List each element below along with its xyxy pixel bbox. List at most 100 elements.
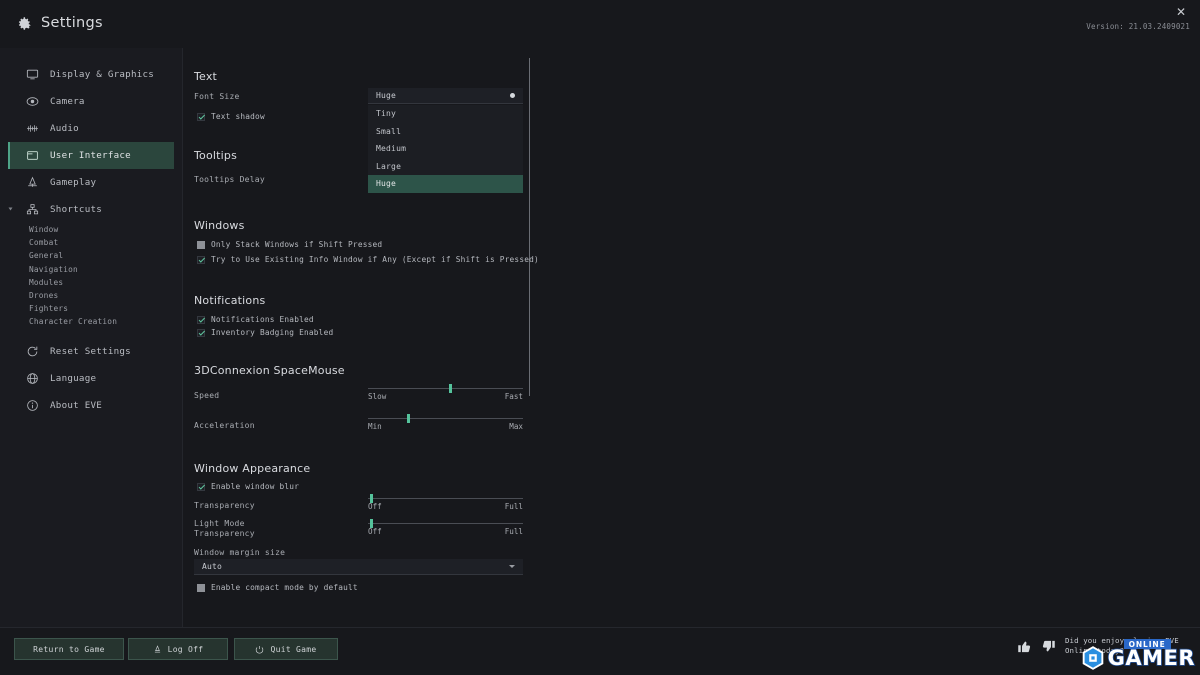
light-mode-transparency-label: Light Mode Transparency	[194, 519, 255, 539]
font-size-label: Font Size	[194, 92, 240, 101]
compact-mode-row[interactable]: Enable compact mode by default	[197, 583, 358, 592]
thumbs-down-icon[interactable]	[1041, 639, 1056, 654]
watermark-online-label: ONLINE	[1123, 639, 1171, 649]
online-gamer-watermark: ONLINE GAMER	[1080, 639, 1196, 671]
log-off-label: Log Off	[167, 644, 204, 654]
compact-mode-checkbox[interactable]	[197, 583, 205, 592]
body-area: Display & Graphics Camera Audio User Int…	[0, 48, 1200, 627]
sidebar-subitem-window[interactable]: Window	[0, 223, 182, 236]
acceleration-slider-knob[interactable]	[406, 414, 410, 423]
light-mode-transparency-label-line2: Transparency	[194, 529, 255, 538]
notifications-enabled-checkbox[interactable]	[197, 315, 205, 324]
only-stack-windows-checkbox[interactable]	[197, 240, 205, 249]
notifications-enabled-label: Notifications Enabled	[211, 315, 314, 324]
settings-content: Text Font Size Huge Text shadow Tooltips…	[183, 48, 1200, 627]
quit-game-label: Quit Game	[270, 644, 317, 654]
sidebar-subitem-general[interactable]: General	[0, 249, 182, 262]
return-to-game-button[interactable]: Return to Game	[14, 638, 124, 660]
section-title-window-appearance: Window Appearance	[194, 462, 311, 475]
font-size-option-small[interactable]: Small	[368, 123, 523, 141]
speed-slider-knob[interactable]	[448, 384, 452, 393]
sidebar-item-gameplay[interactable]: Gameplay	[8, 169, 174, 196]
acceleration-slider-max-label: Max	[509, 422, 523, 431]
content-scrollbar[interactable]	[529, 58, 530, 396]
font-size-option-huge[interactable]: Huge	[368, 175, 523, 193]
sidebar-subitem-fighters[interactable]: Fighters	[0, 302, 182, 315]
shortcuts-icon	[26, 204, 39, 215]
light-mode-transparency-label-line1: Light Mode	[194, 519, 245, 528]
speed-slider[interactable]: Slow Fast	[368, 384, 523, 404]
version-label: Version: 21.03.2409021	[1086, 22, 1190, 31]
inventory-badging-row[interactable]: Inventory Badging Enabled	[197, 328, 333, 337]
sidebar-item-user-interface[interactable]: User Interface	[8, 142, 174, 169]
inventory-badging-label: Inventory Badging Enabled	[211, 328, 334, 337]
speed-slider-track	[368, 388, 523, 389]
text-shadow-checkbox-row[interactable]: Text shadow	[197, 112, 265, 121]
only-stack-windows-label: Only Stack Windows if Shift Pressed	[211, 240, 383, 249]
section-title-windows: Windows	[194, 219, 245, 232]
tooltips-delay-label: Tooltips Delay	[194, 175, 265, 184]
window-margin-size-value: Auto	[202, 562, 223, 571]
sidebar-subitem-combat[interactable]: Combat	[0, 236, 182, 249]
enable-window-blur-row[interactable]: Enable window blur	[197, 482, 299, 491]
section-title-text: Text	[194, 70, 218, 83]
watermark-gamer-label: GAMER	[1107, 646, 1196, 670]
sidebar-item-reset-settings[interactable]: Reset Settings	[8, 338, 174, 365]
font-size-dropdown-list[interactable]: Tiny Small Medium Large Huge	[368, 105, 523, 193]
window-margin-size-label: Window margin size	[194, 548, 286, 557]
close-button[interactable]: ✕	[1173, 4, 1189, 20]
transparency-label: Transparency	[194, 501, 255, 510]
sidebar-item-camera[interactable]: Camera	[8, 88, 174, 115]
chevron-down-icon	[509, 565, 515, 568]
page-title: Settings	[41, 15, 103, 31]
monitor-icon	[26, 69, 39, 80]
enable-window-blur-label: Enable window blur	[211, 482, 300, 491]
existing-info-window-row[interactable]: Try to Use Existing Info Window if Any (…	[197, 255, 539, 264]
transparency-slider-track	[368, 498, 523, 499]
text-shadow-checkbox[interactable]	[197, 112, 205, 121]
existing-info-window-checkbox[interactable]	[197, 255, 205, 264]
sidebar-item-display-graphics[interactable]: Display & Graphics	[8, 61, 174, 88]
globe-icon	[27, 372, 38, 384]
section-title-spacemouse: 3DConnexion SpaceMouse	[194, 364, 345, 377]
only-stack-windows-row[interactable]: Only Stack Windows if Shift Pressed	[197, 240, 382, 249]
acceleration-slider-min-label: Min	[368, 422, 382, 431]
ship-icon	[28, 176, 37, 187]
transparency-slider-min-label: Off	[368, 502, 382, 511]
sidebar-item-label: Language	[50, 372, 97, 384]
sidebar-subitem-modules[interactable]: Modules	[0, 276, 182, 289]
light-mode-transparency-slider-track	[368, 523, 523, 524]
quit-game-button[interactable]: Quit Game	[234, 638, 338, 660]
thumbs-up-icon[interactable]	[1017, 639, 1032, 654]
power-icon	[256, 645, 264, 653]
notifications-enabled-row[interactable]: Notifications Enabled	[197, 315, 314, 324]
window-margin-size-dropdown[interactable]: Auto	[194, 559, 523, 575]
sidebar-subitem-navigation[interactable]: Navigation	[0, 263, 182, 276]
acceleration-label: Acceleration	[194, 421, 255, 430]
font-size-dropdown[interactable]: Huge	[368, 88, 523, 104]
section-title-tooltips: Tooltips	[194, 149, 238, 162]
acceleration-slider[interactable]: Min Max	[368, 414, 523, 434]
font-size-option-tiny[interactable]: Tiny	[368, 105, 523, 123]
sidebar-item-label: User Interface	[50, 150, 131, 161]
font-size-option-medium[interactable]: Medium	[368, 140, 523, 158]
sidebar-item-shortcuts[interactable]: Shortcuts	[8, 196, 174, 223]
sidebar-subitem-drones[interactable]: Drones	[0, 289, 182, 302]
light-mode-transparency-slider[interactable]: Off Full	[368, 519, 523, 539]
settings-window: Settings ✕ Version: 21.03.2409021 Displa…	[0, 0, 1200, 675]
hexagon-badge-icon	[1082, 646, 1103, 670]
enable-window-blur-checkbox[interactable]	[197, 482, 205, 491]
sidebar-item-language[interactable]: Language	[8, 365, 174, 392]
inventory-badging-checkbox[interactable]	[197, 328, 205, 337]
log-off-button[interactable]: Log Off	[128, 638, 228, 660]
sidebar-item-about-eve[interactable]: About EVE	[8, 392, 174, 419]
title-bar: Settings ✕ Version: 21.03.2409021	[0, 0, 1200, 48]
font-size-value: Huge	[376, 91, 397, 100]
sidebar-item-audio[interactable]: Audio	[8, 115, 174, 142]
sidebar-subitem-character-creation[interactable]: Character Creation	[0, 315, 182, 328]
compact-mode-label: Enable compact mode by default	[211, 583, 358, 592]
sidebar-item-label: Audio	[50, 123, 79, 134]
speed-label: Speed	[194, 391, 220, 400]
font-size-option-large[interactable]: Large	[368, 158, 523, 176]
transparency-slider[interactable]: Off Full	[368, 494, 523, 514]
